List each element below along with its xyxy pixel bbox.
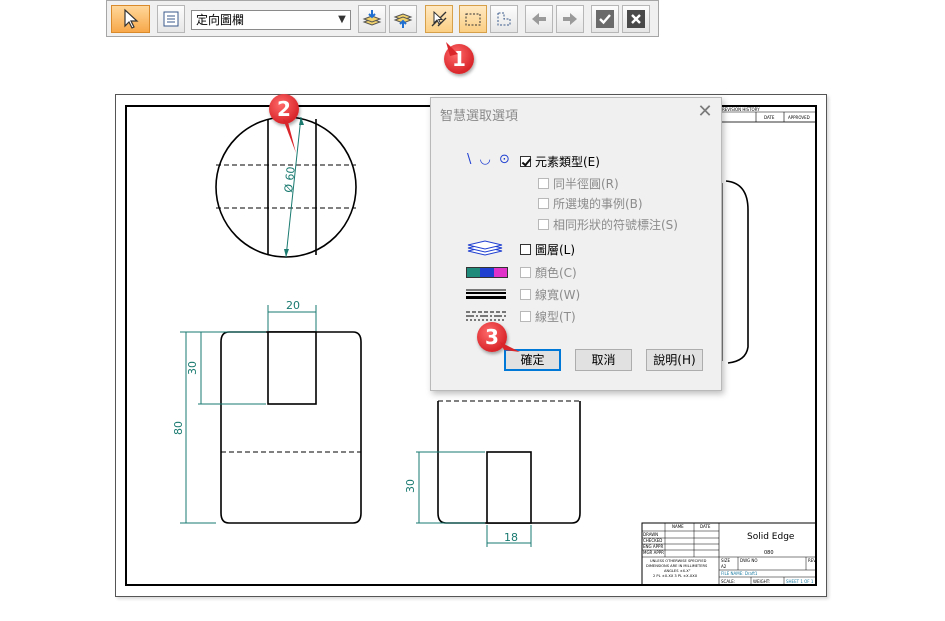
same-radius-label: 同半徑圓(R) <box>553 177 619 191</box>
select-tool-button[interactable] <box>111 5 150 33</box>
close-icon[interactable]: ✕ <box>695 101 715 122</box>
layers-up-icon <box>393 13 413 28</box>
cancel-x-icon <box>627 10 645 28</box>
checkbox-icon <box>520 311 531 322</box>
remove-from-selection-button[interactable] <box>389 5 417 33</box>
add-to-selection-button[interactable] <box>358 5 386 33</box>
smart-select-options-dialog: 智慧選取選項 ✕ \ ◡ ⊙ 元素類型(E) 同半徑圓(R) 所選塊的事例(B)… <box>430 97 722 391</box>
layers-icon <box>467 240 503 256</box>
properties-button[interactable] <box>157 5 185 33</box>
svg-text:2 PL ±X.XX 3 PL ±X.XXX: 2 PL ±X.XX 3 PL ±X.XXX <box>653 574 698 578</box>
top-view-outline <box>725 180 749 364</box>
layers-add-icon <box>362 10 382 26</box>
checkbox-icon <box>520 289 531 300</box>
line-type-checkbox[interactable]: 線型(T) <box>520 308 576 325</box>
svg-text:A2: A2 <box>721 564 727 569</box>
select-mode-value: 定向圖欄 <box>196 13 245 27</box>
dialog-title: 智慧選取選項 <box>440 109 519 124</box>
line-width-icon <box>466 289 506 299</box>
checkbox-icon <box>538 178 549 189</box>
svg-text:DWG NO: DWG NO <box>740 558 758 563</box>
line-width-checkbox[interactable]: 線寬(W) <box>520 286 580 303</box>
color-checkbox[interactable]: 顏色(C) <box>520 264 577 281</box>
command-toolbar: 定向圖欄 ▼ <box>106 0 659 37</box>
layer-checkbox[interactable]: 圖層(L) <box>520 241 575 258</box>
cancel-button[interactable] <box>622 5 650 33</box>
dim-30-left-label: 30 <box>186 361 199 375</box>
company-label: Solid Edge <box>747 532 795 542</box>
element-type-label: 元素類型(E) <box>535 155 600 169</box>
svg-text:SHEET 1 OF 1: SHEET 1 OF 1 <box>786 579 814 584</box>
svg-text:WEIGHT:: WEIGHT: <box>753 579 770 584</box>
svg-text:NAME: NAME <box>672 524 684 529</box>
same-shape-symbol-label: 相同形狀的符號標注(S) <box>553 218 678 232</box>
back-button[interactable] <box>525 5 553 33</box>
checkbox-checked-icon <box>520 156 531 167</box>
same-shape-symbol-checkbox[interactable]: 相同形狀的符號標注(S) <box>538 216 678 233</box>
svg-text:MGR APPR: MGR APPR <box>643 550 664 555</box>
rect-select-icon <box>465 13 481 26</box>
line-type-label: 線型(T) <box>535 310 576 324</box>
step-badge-1: 1 <box>444 44 474 74</box>
smart-select-button[interactable] <box>425 5 453 33</box>
dim-18-label: 18 <box>504 531 518 544</box>
dim-80-label: 80 <box>172 421 185 435</box>
color-label: 顏色(C) <box>535 266 577 280</box>
select-mode-dropdown[interactable]: 定向圖欄 ▼ <box>191 10 351 30</box>
svg-text:FILE NAME: Draft1: FILE NAME: Draft1 <box>721 571 758 576</box>
back-arrow-icon <box>532 13 546 25</box>
svg-text:APPROVED: APPROVED <box>788 115 810 120</box>
element-type-icon: \ ◡ ⊙ <box>467 152 512 167</box>
rectangle-select-button[interactable] <box>459 5 487 33</box>
lasso-select-button[interactable] <box>490 5 518 33</box>
dim-30-right-label: 30 <box>404 479 417 493</box>
ok-button[interactable]: 確定 <box>504 349 561 371</box>
selected-instances-checkbox[interactable]: 所選塊的事例(B) <box>538 195 643 212</box>
chevron-down-icon: ▼ <box>338 14 346 25</box>
revision-history-label: REVISION HISTORY <box>722 107 760 112</box>
smart-select-icon <box>431 10 447 27</box>
accept-button[interactable] <box>591 5 619 33</box>
layer-label: 圖層(L) <box>535 243 576 257</box>
select-arrow-icon <box>123 8 139 29</box>
checkbox-icon <box>538 198 549 209</box>
line-type-icon <box>466 311 506 321</box>
svg-text:ANGLES ±X.X°: ANGLES ±X.X° <box>664 569 691 573</box>
svg-text:UNLESS OTHERWISE SPECIFIED: UNLESS OTHERWISE SPECIFIED <box>650 559 707 563</box>
lasso-select-icon <box>497 12 511 26</box>
forward-arrow-icon <box>563 13 577 25</box>
svg-text:SCALE:: SCALE: <box>721 579 735 584</box>
svg-text:DRAWN: DRAWN <box>643 532 658 537</box>
dim-diameter-label: Ø 60 <box>282 166 298 193</box>
title-block: NAME DATE DRAWN CHECKED ENG APPR MGR APP… <box>641 522 817 586</box>
checkbox-icon <box>520 244 531 255</box>
help-button[interactable]: 說明(H) <box>646 349 703 371</box>
accept-check-icon <box>596 10 614 28</box>
step-badge-3: 3 <box>477 322 507 352</box>
svg-text:DATE: DATE <box>764 115 775 120</box>
cancel-dialog-button[interactable]: 取消 <box>575 349 632 371</box>
step-badge-2: 2 <box>269 94 299 124</box>
svg-text:CHECKED: CHECKED <box>643 538 662 543</box>
svg-text:DATE: DATE <box>700 524 711 529</box>
element-type-checkbox[interactable]: 元素類型(E) <box>520 153 600 170</box>
selected-instances-label: 所選塊的事例(B) <box>553 197 643 211</box>
svg-text:DIMENSIONS ARE IN MILLIMETERS: DIMENSIONS ARE IN MILLIMETERS <box>646 564 708 568</box>
same-radius-checkbox[interactable]: 同半徑圓(R) <box>538 175 619 192</box>
svg-text:ENG APPR: ENG APPR <box>643 544 663 549</box>
svg-text:SIZE: SIZE <box>721 558 730 563</box>
checkbox-icon <box>520 267 531 278</box>
line-width-label: 線寬(W) <box>535 288 581 302</box>
svg-text:080: 080 <box>764 550 774 556</box>
dim-20-label: 20 <box>286 299 300 312</box>
color-swatch-icon <box>466 267 508 278</box>
checkbox-icon <box>538 219 549 230</box>
svg-text:REV: REV <box>808 558 816 563</box>
forward-button[interactable] <box>556 5 584 33</box>
properties-icon <box>163 11 179 27</box>
